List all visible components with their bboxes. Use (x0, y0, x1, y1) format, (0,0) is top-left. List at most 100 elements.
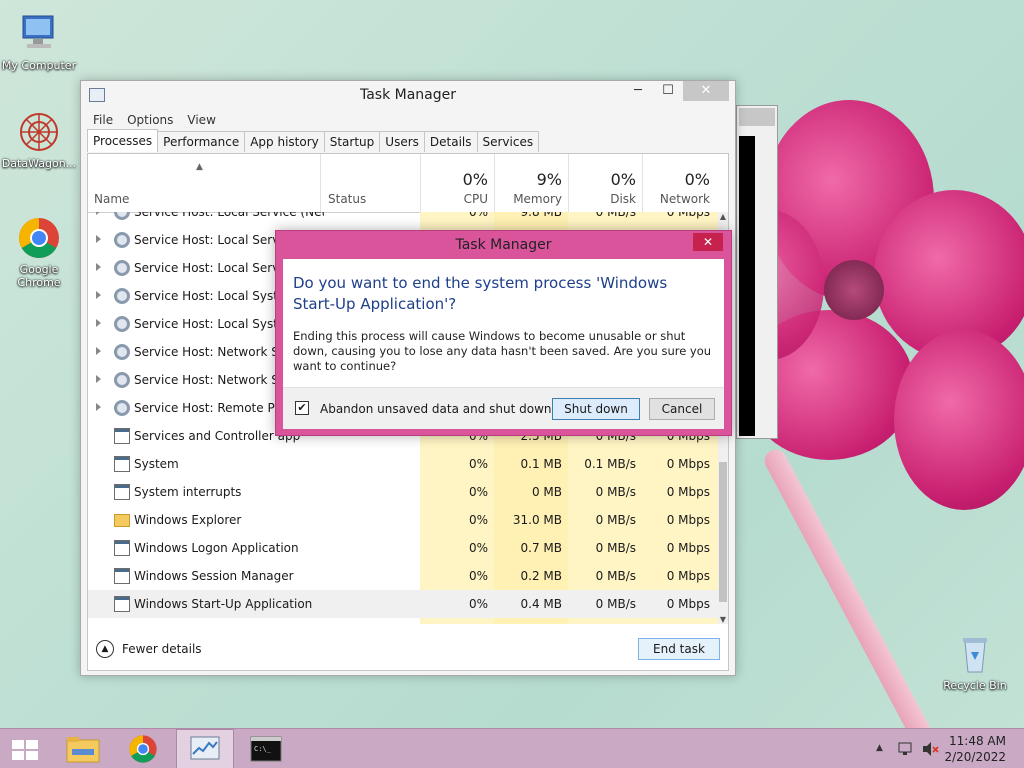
expand-chevron-icon[interactable] (96, 212, 101, 215)
taskbar: C:\_ ▲ 11:48 AM 2/20/2022 (0, 728, 1024, 768)
desktop-icon-datawagon[interactable]: DataWagon... (1, 110, 77, 170)
cell-network: 0 Mbps (666, 597, 710, 611)
fewer-details-button[interactable]: ▲ Fewer details (96, 640, 202, 658)
dialog-question: Do you want to end the system process 'W… (293, 274, 668, 313)
table-row[interactable]: Windows Start-Up Application 0% 0.4 MB 0 MB… (88, 590, 720, 618)
cell-disk: 0 MB/s (595, 212, 636, 219)
scroll-down-icon[interactable]: ▼ (718, 615, 728, 624)
recycle-bin-icon (953, 632, 997, 676)
cell-disk: 0 MB/s (595, 513, 636, 527)
cell-name: System interrupts (134, 485, 242, 499)
background-console-window[interactable] (736, 105, 778, 439)
app-window-icon (114, 540, 130, 556)
table-row[interactable]: Windows Explorer 0% 31.0 MB 0 MB/s 0 Mbps (88, 506, 720, 534)
cell-memory: 0.4 MB (520, 597, 562, 611)
tab-app-history[interactable]: App history (244, 131, 325, 152)
app-window-icon (114, 456, 130, 472)
tab-details[interactable]: Details (423, 131, 478, 152)
column-disk[interactable]: 0% Disk (568, 154, 642, 212)
cell-cpu: 0% (468, 569, 488, 583)
desktop-icon-google-chrome[interactable]: Google Chrome (1, 216, 77, 289)
minimize-button[interactable]: ─ (623, 81, 653, 101)
clock-date: 2/20/2022 (944, 750, 1006, 764)
gear-icon (114, 232, 130, 248)
windows-logo-icon (12, 740, 38, 760)
network-icon[interactable] (897, 741, 915, 757)
menu-file[interactable]: File (93, 113, 113, 127)
show-hidden-icons-icon[interactable]: ▲ (876, 743, 883, 753)
cell-memory: 0.2 MB (520, 569, 562, 583)
dialog-close-button[interactable]: ✕ (693, 233, 723, 251)
tab-startup[interactable]: Startup (323, 131, 381, 152)
expand-chevron-icon[interactable] (96, 347, 101, 355)
column-network[interactable]: 0% Network (642, 154, 716, 212)
expand-chevron-icon[interactable] (96, 319, 101, 327)
cell-network: 0 Mbps (666, 541, 710, 555)
menu-view[interactable]: View (187, 113, 215, 127)
cell-name: Windows Session Manager (134, 569, 294, 583)
start-button[interactable] (0, 729, 50, 768)
scroll-up-icon[interactable]: ▲ (718, 212, 728, 221)
table-row[interactable]: Service Host: Local Service (Net... 0% 9.8… (88, 212, 720, 226)
end-task-button[interactable]: End task (638, 638, 720, 660)
close-button[interactable]: ✕ (683, 81, 729, 101)
title-bar[interactable]: Task Manager ─ ☐ ✕ (81, 81, 735, 109)
end-process-dialog[interactable]: Task Manager ✕ Do you want to end the sy… (275, 230, 732, 436)
folder-icon (66, 737, 100, 763)
cell-memory: 0.7 MB (520, 541, 562, 555)
taskbar-file-explorer[interactable] (54, 729, 112, 768)
cell-cpu: 0% (468, 212, 488, 219)
cancel-button[interactable]: Cancel (649, 398, 715, 420)
tab-services[interactable]: Services (476, 131, 540, 152)
cell-disk: 0 MB/s (595, 569, 636, 583)
expand-chevron-icon[interactable] (96, 291, 101, 299)
column-name[interactable]: ▲ Name (88, 154, 320, 212)
taskbar-chrome[interactable] (114, 729, 172, 768)
cell-disk: 0 MB/s (595, 597, 636, 611)
cell-disk: 0.1 MB/s (584, 457, 636, 471)
close-icon[interactable] (739, 108, 775, 126)
cell-memory: 31.0 MB (512, 513, 562, 527)
cell-name: Windows Explorer (134, 513, 242, 527)
abandon-data-label[interactable]: Abandon unsaved data and shut down. (320, 402, 555, 416)
menu-options[interactable]: Options (127, 113, 173, 127)
volume-muted-icon[interactable] (921, 741, 939, 757)
cell-cpu: 0% (468, 457, 488, 471)
tab-strip: Processes Performance App history Startu… (87, 129, 540, 152)
maximize-button[interactable]: ☐ (653, 81, 683, 101)
chrome-icon (129, 735, 157, 763)
clock-time: 11:48 AM (949, 734, 1006, 748)
gear-icon (114, 316, 130, 332)
column-memory[interactable]: 9% Memory (494, 154, 568, 212)
taskbar-command-prompt[interactable]: C:\_ (238, 729, 296, 768)
shut-down-button[interactable]: Shut down (552, 398, 640, 420)
task-manager-icon (190, 736, 220, 760)
gear-icon (114, 212, 130, 220)
table-row[interactable]: Windows Logon Application 0% 0.7 MB 0 MB/s 0… (88, 534, 720, 562)
tab-performance[interactable]: Performance (157, 131, 246, 152)
expand-chevron-icon[interactable] (96, 263, 101, 271)
gear-icon (114, 288, 130, 304)
expand-chevron-icon[interactable] (96, 403, 101, 411)
column-status[interactable]: Status (320, 154, 420, 212)
cell-name: Windows Logon Application (134, 541, 299, 555)
expand-chevron-icon[interactable] (96, 375, 101, 383)
app-window-icon (114, 568, 130, 584)
abandon-data-checkbox[interactable]: ✔ (295, 401, 309, 415)
table-row[interactable]: Windows Session Manager 0% 0.2 MB 0 MB/s 0 M… (88, 562, 720, 590)
cell-network: 0 Mbps (666, 485, 710, 499)
table-row[interactable]: System 0% 0.1 MB 0.1 MB/s 0 Mbps (88, 450, 720, 478)
tab-processes[interactable]: Processes (87, 129, 159, 152)
cell-cpu: 0% (468, 541, 488, 555)
cell-network: 0 Mbps (666, 513, 710, 527)
tab-users[interactable]: Users (379, 131, 425, 152)
desktop-icon-my-computer[interactable]: My Computer (1, 12, 77, 72)
expand-chevron-icon[interactable] (96, 235, 101, 243)
taskbar-task-manager[interactable] (176, 729, 234, 768)
table-row[interactable]: System interrupts 0% 0 MB 0 MB/s 0 Mbps (88, 478, 720, 506)
gear-icon (114, 344, 130, 360)
system-clock[interactable]: 11:48 AM 2/20/2022 (944, 733, 1006, 765)
desktop-icon-recycle-bin[interactable]: Recycle Bin (937, 632, 1013, 692)
scroll-thumb[interactable] (719, 462, 727, 602)
column-cpu[interactable]: 0% CPU (420, 154, 494, 212)
